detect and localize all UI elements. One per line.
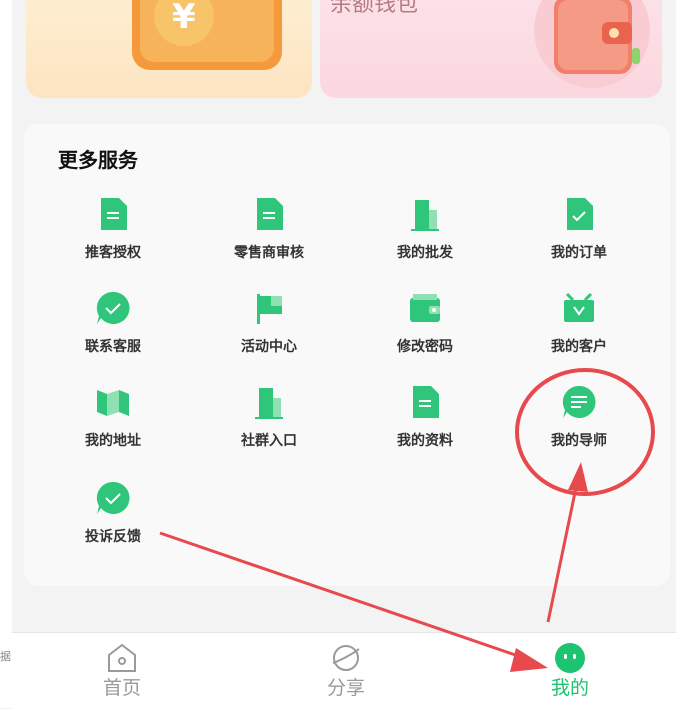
service-my-mentor[interactable]: 我的导师	[514, 384, 644, 464]
service-tuike-auth[interactable]: 推客授权	[48, 196, 178, 276]
home-icon	[108, 643, 136, 672]
service-my-customers[interactable]: 我的客户	[514, 290, 644, 370]
service-label: 零售商审核	[234, 245, 304, 261]
yen-wallet-icon: ¥	[132, 0, 282, 70]
wallet-icon	[410, 294, 440, 322]
customer-box-icon	[564, 292, 594, 322]
tab-mine[interactable]: 我的	[510, 633, 630, 709]
service-label: 社群入口	[241, 433, 297, 449]
service-community-entry[interactable]: 社群入口	[204, 384, 334, 464]
service-label: 推客授权	[85, 245, 141, 261]
chat-bubble-icon	[562, 385, 596, 418]
svg-text:¥: ¥	[172, 0, 196, 37]
tab-home[interactable]: 首页	[62, 633, 182, 709]
tab-mine-label: 我的	[550, 677, 589, 699]
service-my-profile[interactable]: 我的资料	[360, 384, 490, 464]
flag-icon	[257, 294, 282, 324]
check-bubble-icon	[96, 291, 130, 324]
tab-share-label: 分享	[326, 677, 365, 699]
wallet-3d-icon	[534, 0, 650, 88]
service-my-orders[interactable]: 我的订单	[514, 196, 644, 276]
document-icon	[413, 386, 439, 418]
service-label: 我的批发	[397, 245, 453, 261]
service-label: 修改密码	[397, 339, 453, 355]
building-icon	[255, 388, 283, 419]
service-label: 联系客服	[85, 339, 141, 355]
partial-text-fragment: 据	[0, 650, 11, 663]
service-activity-center[interactable]: 活动中心	[204, 290, 334, 370]
service-label: 我的资料	[397, 433, 453, 449]
service-label: 投诉反馈	[85, 529, 141, 545]
checklist-icon	[567, 198, 593, 230]
service-my-address[interactable]: 我的地址	[48, 384, 178, 464]
tab-home-label: 首页	[102, 677, 141, 699]
document-icon	[257, 198, 283, 230]
building-icon	[411, 200, 439, 231]
service-my-wholesale[interactable]: 我的批发	[360, 196, 490, 276]
planet-icon	[332, 645, 360, 671]
service-label: 我的订单	[551, 245, 607, 261]
service-label: 我的地址	[85, 433, 141, 449]
service-complaint-feedback[interactable]: 投诉反馈	[48, 480, 178, 560]
service-label: 活动中心	[241, 339, 297, 355]
face-icon	[555, 643, 585, 673]
more-services-panel: 更多服务 推客授权 零售商审核 我的批发 我的订单 联系客服 活动中心 修改密码…	[24, 124, 670, 586]
service-retailer-review[interactable]: 零售商审核	[204, 196, 334, 276]
balance-wallet-label: 余额钱包	[330, 0, 419, 17]
check-bubble-icon	[96, 481, 130, 514]
tab-share[interactable]: 分享	[286, 633, 406, 709]
phone-screen: ¥ 余额钱包 更多服务 推客授权 零售商审核 我的批发 我的订单 联系客服 活动…	[12, 0, 676, 708]
service-contact-support[interactable]: 联系客服	[48, 290, 178, 370]
service-change-password[interactable]: 修改密码	[360, 290, 490, 370]
service-label: 我的导师	[551, 433, 607, 449]
map-icon	[97, 390, 129, 416]
document-icon	[101, 198, 127, 230]
service-label: 我的客户	[551, 339, 607, 355]
more-services-title: 更多服务	[58, 148, 138, 172]
bottom-tab-bar: 首页 分享 我的	[12, 632, 676, 709]
